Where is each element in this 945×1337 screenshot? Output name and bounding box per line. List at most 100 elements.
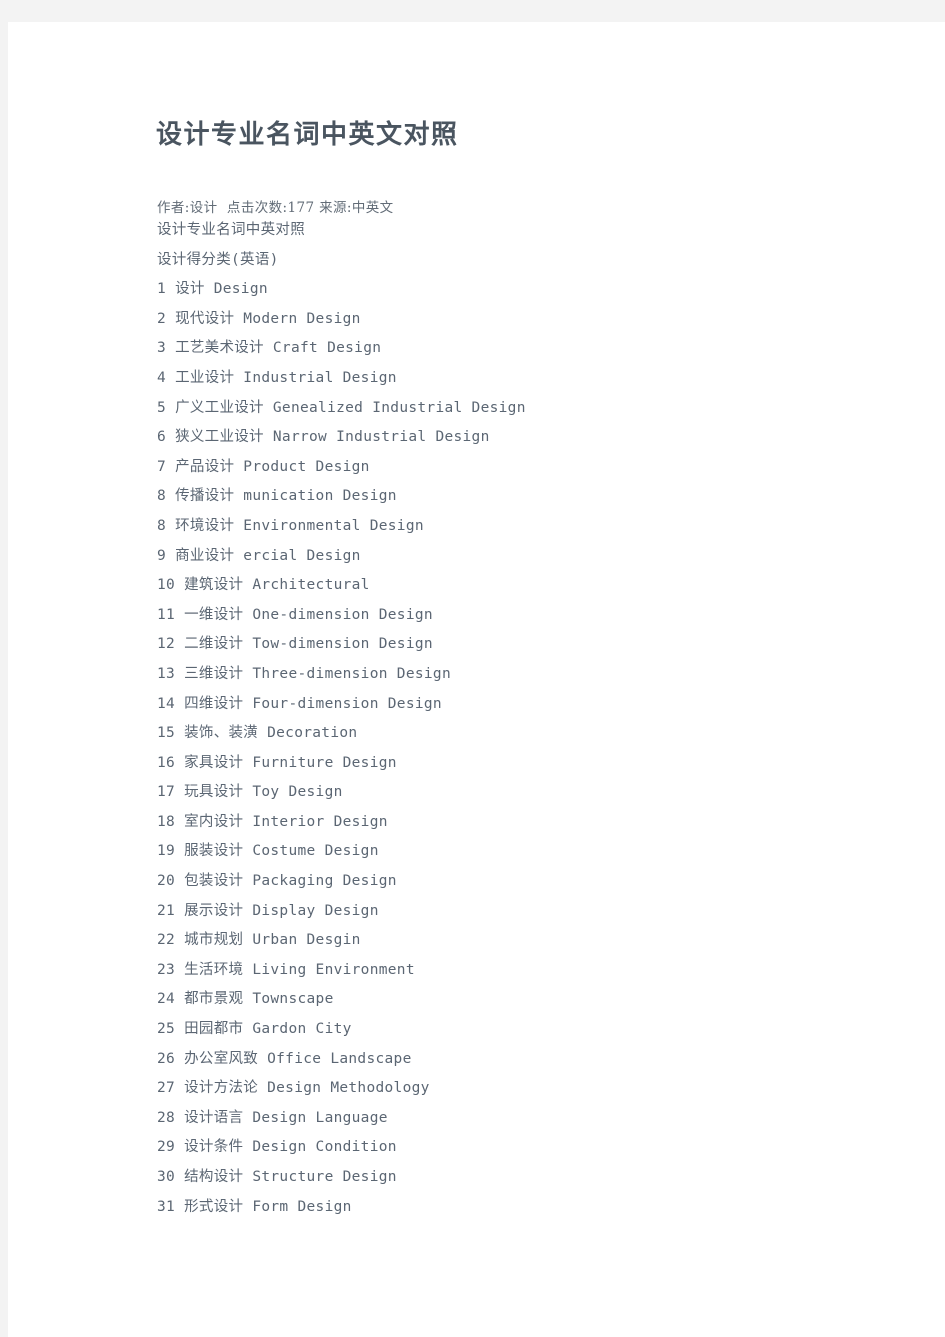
term-number: 25 — [157, 1021, 176, 1038]
term-english: Costume Design — [252, 843, 379, 860]
intro-line: 设计专业名词中英对照 — [157, 222, 305, 238]
term-item: 13 三维设计 Three-dimension Design — [157, 660, 908, 690]
term-number: 13 — [157, 665, 176, 682]
term-item: 29 设计条件 Design Condition — [157, 1133, 908, 1163]
term-number: 11 — [157, 606, 176, 623]
term-english: Three-dimension Design — [252, 665, 451, 682]
term-chinese: 城市规划 — [184, 932, 244, 949]
term-chinese: 包装设计 — [184, 873, 244, 890]
term-chinese: 狭义工业设计 — [175, 429, 264, 446]
term-item: 9 商业设计 ercial Design — [157, 542, 908, 572]
term-number: 5 — [157, 399, 167, 416]
term-chinese: 设计 — [175, 281, 205, 298]
term-english: Interior Design — [252, 813, 388, 830]
term-item: 20 包装设计 Packaging Design — [157, 867, 908, 897]
term-chinese: 二维设计 — [184, 636, 244, 653]
term-number: 27 — [157, 1080, 176, 1097]
term-number: 22 — [157, 932, 176, 949]
term-number: 30 — [157, 1169, 176, 1185]
term-item: 6 狭义工业设计 Narrow Industrial Design — [157, 423, 908, 453]
term-item: 4 工业设计 Industrial Design — [157, 364, 908, 394]
term-number: 12 — [157, 636, 176, 653]
term-number: 2 — [157, 310, 167, 327]
document-body: 设计专业名词中英文对照 作者:设计 点击次数:177 来源:中英文 设计专业名词… — [148, 118, 908, 1222]
term-english: Modern Design — [243, 310, 361, 327]
intro-line: 设计得分类(英语) — [157, 251, 279, 268]
term-number: 21 — [157, 902, 176, 919]
term-item: 23 生活环境 Living Environment — [157, 956, 908, 986]
term-chinese: 四维设计 — [184, 695, 244, 712]
intro-block: 设计专业名词中英对照 设计得分类(英语) — [148, 216, 908, 275]
term-item: 22 城市规划 Urban Desgin — [157, 926, 908, 956]
term-english: Gardon City — [252, 1021, 352, 1038]
term-item: 19 服装设计 Costume Design — [157, 837, 908, 867]
term-number: 23 — [157, 961, 176, 978]
term-list: 1 设计 Design 2 现代设计 Modern Design 3 工艺美术设计 … — [148, 275, 908, 1222]
term-chinese: 广义工业设计 — [175, 399, 264, 416]
term-number: 16 — [157, 754, 176, 771]
term-english: Four-dimension Design — [252, 695, 442, 712]
term-english: One-dimension Design — [252, 606, 433, 623]
term-item: 3 工艺美术设计 Craft Design — [157, 334, 908, 364]
term-english: Design — [213, 281, 268, 298]
term-chinese: 商业设计 — [175, 547, 235, 564]
term-item: 18 室内设计 Interior Design — [157, 808, 908, 838]
term-english: Design Condition — [252, 1139, 397, 1156]
term-item: 17 玩具设计 Toy Design — [157, 778, 908, 808]
term-english: Toy Design — [252, 784, 343, 801]
term-item: 5 广义工业设计 Genealized Industrial Design — [157, 394, 908, 424]
term-number: 9 — [157, 547, 167, 564]
term-english: Design Methodology — [267, 1080, 430, 1097]
term-number: 18 — [157, 813, 176, 830]
term-number: 17 — [157, 784, 176, 801]
term-item: 31 形式设计 Form Design — [157, 1193, 908, 1223]
term-english: Living Environment — [252, 961, 415, 978]
term-english: Craft Design — [272, 340, 382, 357]
term-item: 8 传播设计 munication Design — [157, 482, 908, 512]
term-chinese: 工业设计 — [175, 369, 235, 386]
term-item: 25 田园都市 Gardon City — [157, 1015, 908, 1045]
term-english: Form Design — [252, 1198, 352, 1215]
term-english: ercial Design — [243, 547, 361, 564]
term-english: Furniture Design — [252, 754, 397, 771]
term-number: 19 — [157, 843, 176, 860]
term-english: Office Landscape — [267, 1050, 412, 1067]
page-title: 设计专业名词中英文对照 — [156, 120, 459, 150]
term-english: Environmental Design — [243, 517, 424, 534]
term-number: 7 — [157, 458, 167, 475]
term-number: 10 — [157, 577, 176, 594]
term-number: 6 — [157, 429, 167, 446]
term-item: 15 装饰、装潢 Decoration — [157, 719, 908, 749]
term-item: 14 四维设计 Four-dimension Design — [157, 690, 908, 720]
term-english: Townscape — [252, 991, 334, 1008]
term-item: 24 都市景观 Townscape — [157, 985, 908, 1015]
term-item: 26 办公室风致 Office Landscape — [157, 1045, 908, 1075]
term-number: 3 — [157, 340, 167, 357]
term-item: 7 产品设计 Product Design — [157, 453, 908, 483]
term-item: 27 设计方法论 Design Methodology — [157, 1074, 908, 1104]
term-english: Packaging Design — [252, 873, 397, 890]
term-item: 12 二维设计 Tow-dimension Design — [157, 630, 908, 660]
term-item: 11 一维设计 One-dimension Design — [157, 601, 908, 631]
byline: 作者:设计 点击次数:177 来源:中英文 — [157, 200, 394, 216]
term-chinese: 环境设计 — [175, 517, 235, 534]
term-chinese: 生活环境 — [184, 961, 244, 978]
term-chinese: 结构设计 — [184, 1169, 244, 1185]
term-chinese: 工艺美术设计 — [175, 340, 264, 357]
term-number: 24 — [157, 991, 176, 1008]
term-english: Narrow Industrial Design — [272, 429, 490, 446]
term-english: Industrial Design — [243, 369, 397, 386]
term-chinese: 建筑设计 — [184, 577, 244, 594]
term-chinese: 办公室风致 — [184, 1050, 259, 1067]
term-chinese: 三维设计 — [184, 665, 244, 682]
term-chinese: 室内设计 — [184, 813, 244, 830]
term-chinese: 田园都市 — [184, 1021, 244, 1038]
page-sheet: 设计专业名词中英文对照 作者:设计 点击次数:177 来源:中英文 设计专业名词… — [8, 22, 945, 1337]
term-item: 2 现代设计 Modern Design — [157, 305, 908, 335]
term-number: 29 — [157, 1139, 176, 1156]
term-english: Structure Design — [252, 1169, 397, 1185]
term-number: 28 — [157, 1109, 176, 1126]
term-english: Product Design — [243, 458, 370, 475]
term-number: 8 — [157, 488, 167, 505]
term-chinese: 传播设计 — [175, 488, 235, 505]
